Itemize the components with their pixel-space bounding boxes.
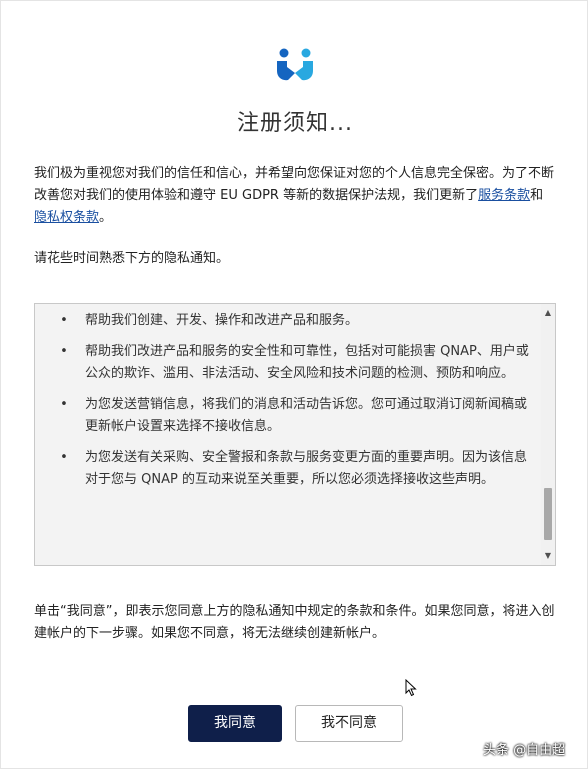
list-item: • 帮助我们创建、开发、操作和改进产品和服务。 bbox=[60, 310, 535, 332]
scroll-down-arrow-icon[interactable]: ▼ bbox=[541, 549, 555, 563]
bullet-icon: • bbox=[60, 313, 68, 328]
watermark-text: 头条 @自由超 bbox=[483, 743, 566, 758]
intro-end-text: 。 bbox=[99, 210, 113, 225]
list-item: • 帮助我们改进产品和服务的安全性和可靠性，包括对可能损害 QNAP、用户或公众… bbox=[60, 341, 535, 385]
privacy-notice-scrollbox[interactable]: • 帮助我们创建、开发、操作和改进产品和服务。 • 帮助我们改进产品和服务的安全… bbox=[34, 303, 556, 566]
list-item: • 为您发送营销信息，将我们的消息和活动告诉您。您可通过取消订阅新闻稿或更新帐户… bbox=[60, 394, 535, 438]
bullet-icon: • bbox=[60, 397, 68, 412]
terms-of-service-link[interactable]: 服务条款 bbox=[478, 188, 530, 203]
intro-text: 我们极为重视您对我们的信任和信心，并希望向您保证对您的个人信息完全保密。为了不断… bbox=[34, 166, 555, 203]
list-item-text: 帮助我们改进产品和服务的安全性和可靠性，包括对可能损害 QNAP、用户或公众的欺… bbox=[85, 344, 529, 381]
agree-button[interactable]: 我同意 bbox=[188, 705, 282, 742]
bullet-icon: • bbox=[60, 450, 68, 465]
list-item-text: 为您发送有关采购、安全警报和条款与服务变更方面的重要声明。因为该信息对于您与 Q… bbox=[85, 450, 528, 487]
intro-paragraph: 我们极为重视您对我们的信任和信心，并希望向您保证对您的个人信息完全保密。为了不断… bbox=[34, 163, 556, 229]
privacy-hint: 请花些时间熟悉下方的隐私通知。 bbox=[34, 251, 230, 266]
vertical-scrollbar[interactable]: ▲ ▼ bbox=[541, 304, 555, 565]
privacy-policy-link[interactable]: 隐私权条款 bbox=[34, 210, 99, 225]
scroll-up-arrow-icon[interactable]: ▲ bbox=[541, 306, 555, 320]
agreement-explanation: 单击“我同意”，即表示您同意上方的隐私通知中规定的条款和条件。如果您同意，将进入… bbox=[34, 604, 555, 641]
qnap-handshake-logo-icon bbox=[277, 48, 313, 81]
disagree-button[interactable]: 我不同意 bbox=[295, 705, 403, 742]
bullet-icon: • bbox=[60, 344, 68, 359]
privacy-notice-list: • 帮助我们创建、开发、操作和改进产品和服务。 • 帮助我们改进产品和服务的安全… bbox=[35, 304, 555, 491]
intro-and-text: 和 bbox=[530, 188, 544, 203]
mouse-cursor-icon bbox=[405, 679, 417, 697]
registration-notice-dialog: 注册须知... 我们极为重视您对我们的信任和信心，并希望向您保证对您的个人信息完… bbox=[0, 0, 588, 769]
list-item: • 为您发送有关采购、安全警报和条款与服务变更方面的重要声明。因为该信息对于您与… bbox=[60, 447, 535, 491]
page-title: 注册须知... bbox=[237, 111, 353, 136]
list-item-text: 帮助我们创建、开发、操作和改进产品和服务。 bbox=[85, 313, 359, 328]
list-item-text: 为您发送营销信息，将我们的消息和活动告诉您。您可通过取消订阅新闻稿或更新帐户设置… bbox=[85, 397, 528, 434]
scrollbar-thumb[interactable] bbox=[544, 488, 552, 541]
